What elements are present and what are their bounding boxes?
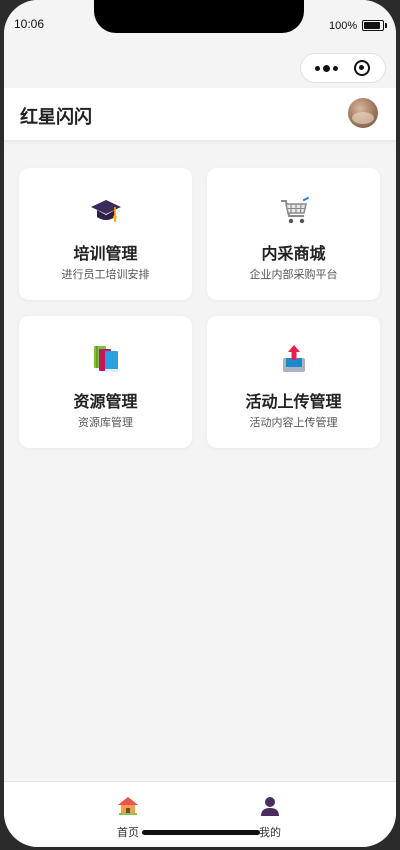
home-icon [118, 797, 138, 815]
card-title: 内采商城 [261, 244, 326, 263]
card-resources[interactable]: 资源管理 资源库管理 [19, 316, 192, 448]
card-mall[interactable]: 内采商城 企业内部采购平台 [207, 168, 380, 300]
page-title: 红星闪闪 [20, 107, 92, 128]
app-header: 红星闪闪 [4, 88, 396, 140]
more-icon[interactable] [311, 54, 341, 82]
card-title: 资源管理 [73, 392, 138, 411]
battery-icon [362, 20, 387, 31]
close-miniprogram-icon[interactable] [354, 60, 370, 76]
card-title: 培训管理 [73, 244, 138, 263]
card-description: 企业内部采购平台 [249, 268, 338, 281]
upload-tray-icon [283, 345, 305, 372]
tab-bar: 首页 我的 [4, 781, 396, 847]
card-activity-upload[interactable]: 活动上传管理 活动内容上传管理 [207, 316, 380, 448]
tab-home[interactable]: 首页 [88, 782, 168, 847]
avatar[interactable] [348, 98, 378, 128]
card-title: 活动上传管理 [245, 392, 342, 411]
card-description: 资源库管理 [78, 416, 133, 429]
tab-profile[interactable]: 我的 [230, 782, 310, 847]
books-icon [94, 346, 118, 372]
home-indicator [142, 830, 260, 835]
card-training[interactable]: 培训管理 进行员工培训安排 [19, 168, 192, 300]
card-description: 进行员工培训安排 [61, 268, 150, 281]
card-description: 活动内容上传管理 [249, 416, 338, 429]
status-time: 10:06 [14, 17, 45, 31]
battery-percent: 100% [329, 20, 358, 32]
miniprogram-capsule [300, 53, 386, 83]
graduation-cap-icon [91, 200, 121, 222]
phone-screen: 10:06 100% 红星闪闪 培训管理 进行员工培训安排 内采商城 企业内部采… [4, 0, 396, 847]
notch [94, 0, 304, 33]
user-icon [261, 797, 279, 816]
shopping-cart-icon [281, 197, 309, 224]
status-bar: 10:06 100% [4, 0, 396, 48]
